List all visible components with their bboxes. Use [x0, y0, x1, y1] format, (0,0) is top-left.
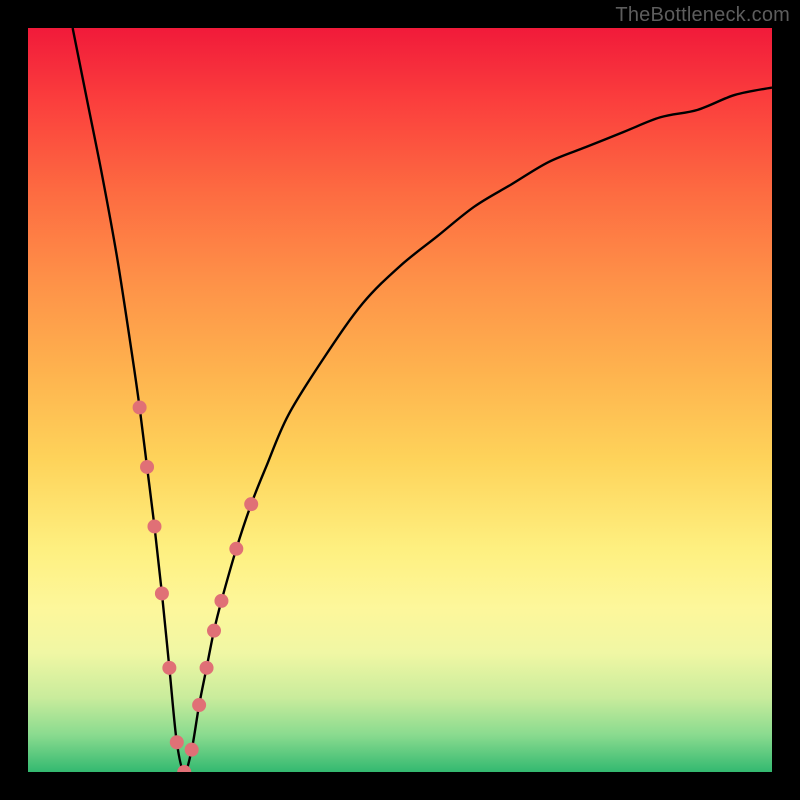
curve-marker — [133, 400, 147, 414]
curve-marker — [147, 519, 161, 533]
curve-marker — [207, 624, 221, 638]
curve-marker — [229, 542, 243, 556]
curve-marker — [177, 765, 191, 772]
chart-frame: TheBottleneck.com — [0, 0, 800, 800]
curve-markers — [133, 400, 259, 772]
curve-marker — [244, 497, 258, 511]
bottleneck-curve-svg — [28, 28, 772, 772]
watermark-text: TheBottleneck.com — [615, 4, 790, 27]
curve-marker — [140, 460, 154, 474]
curve-marker — [185, 743, 199, 757]
curve-marker — [192, 698, 206, 712]
plot-area — [28, 28, 772, 772]
curve-marker — [162, 661, 176, 675]
curve-marker — [214, 594, 228, 608]
curve-marker — [170, 735, 184, 749]
curve-marker — [155, 586, 169, 600]
bottleneck-curve — [73, 28, 772, 772]
curve-marker — [200, 661, 214, 675]
